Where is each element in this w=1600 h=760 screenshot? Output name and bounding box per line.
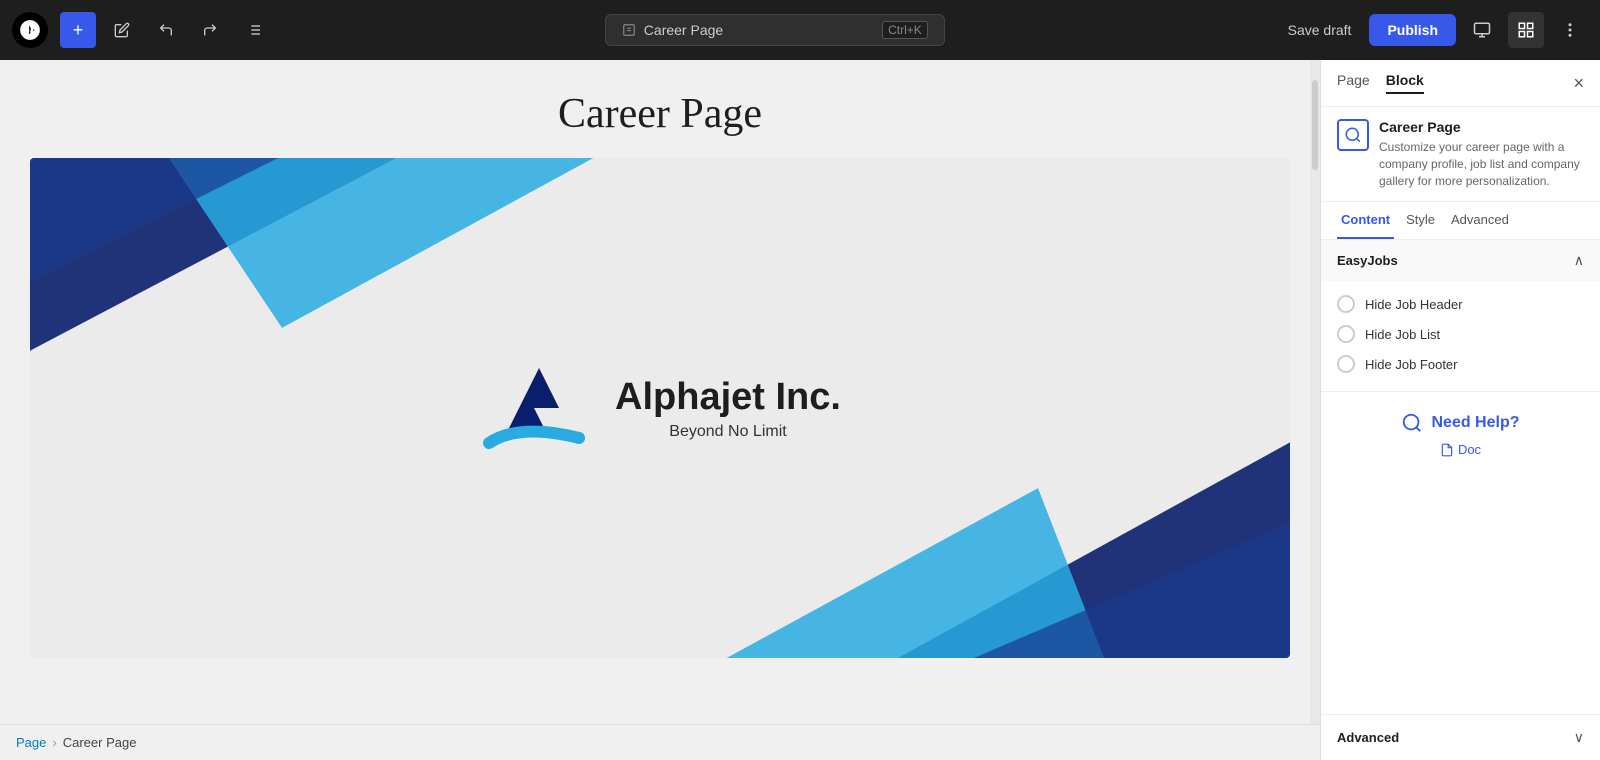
doc-label: Doc: [1458, 442, 1481, 457]
company-logo-svg: [479, 353, 599, 463]
toolbar-search-area: Career Page Ctrl+K: [280, 14, 1270, 46]
search-shortcut: Ctrl+K: [882, 21, 928, 39]
toolbar-right: Save draft Publish: [1278, 12, 1588, 48]
panel-close-button[interactable]: ×: [1573, 74, 1584, 92]
publish-button[interactable]: Publish: [1369, 14, 1456, 46]
canvas-area: Career Page: [0, 60, 1320, 760]
need-help-section: Need Help? Doc: [1321, 391, 1600, 477]
toggle-hide-job-header[interactable]: [1337, 295, 1355, 313]
search-pill[interactable]: Career Page Ctrl+K: [605, 14, 945, 46]
block-name: Career Page: [1379, 119, 1584, 135]
list-view-button[interactable]: [236, 12, 272, 48]
page-title: Career Page: [40, 90, 1280, 138]
company-text: Alphajet Inc. Beyond No Limit: [615, 376, 841, 441]
need-help-title: Need Help?: [1431, 414, 1519, 432]
career-block[interactable]: Alphajet Inc. Beyond No Limit: [30, 158, 1290, 658]
scrollbar[interactable]: [1310, 60, 1320, 724]
add-block-button[interactable]: +: [60, 12, 96, 48]
panel-header: Page Block ×: [1321, 60, 1600, 107]
tab-block[interactable]: Block: [1386, 72, 1424, 94]
block-description: Customize your career page with a compan…: [1379, 139, 1584, 189]
view-button[interactable]: [1464, 12, 1500, 48]
toggle-hide-job-footer-label: Hide Job Footer: [1365, 357, 1458, 372]
save-draft-button[interactable]: Save draft: [1278, 16, 1362, 44]
panel-tabs: Page Block: [1337, 72, 1424, 94]
block-info-text: Career Page Customize your career page w…: [1379, 119, 1584, 189]
breadcrumb: Page › Career Page: [0, 724, 1320, 760]
more-options-button[interactable]: [1552, 12, 1588, 48]
easyjobs-section-header[interactable]: EasyJobs ∧: [1321, 240, 1600, 281]
breadcrumb-separator: ›: [52, 735, 56, 750]
document-icon: [622, 23, 636, 37]
advanced-chevron: ∨: [1574, 729, 1584, 746]
tab-content[interactable]: Content: [1337, 202, 1394, 239]
block-info: Career Page Customize your career page w…: [1321, 107, 1600, 202]
need-help-row: Need Help?: [1337, 412, 1584, 434]
breadcrumb-page[interactable]: Page: [16, 735, 46, 750]
tab-style[interactable]: Style: [1402, 202, 1439, 239]
need-help-icon: [1401, 412, 1423, 434]
content-tabs: Content Style Advanced: [1321, 202, 1600, 240]
main-toolbar: +: [0, 0, 1600, 60]
undo-button[interactable]: [148, 12, 184, 48]
edit-button[interactable]: [104, 12, 140, 48]
advanced-section: Advanced ∨: [1321, 714, 1600, 760]
tab-page[interactable]: Page: [1337, 72, 1370, 94]
block-type-icon: [1344, 126, 1362, 144]
toggle-hide-job-list[interactable]: [1337, 325, 1355, 343]
company-tagline: Beyond No Limit: [615, 423, 841, 441]
scrollbar-thumb[interactable]: [1312, 80, 1318, 170]
tab-advanced[interactable]: Advanced: [1447, 202, 1513, 239]
toggle-row-footer: Hide Job Footer: [1337, 349, 1584, 379]
advanced-label: Advanced: [1337, 730, 1399, 745]
company-logo-area: Alphajet Inc. Beyond No Limit: [479, 353, 841, 463]
wordpress-logo[interactable]: [12, 12, 48, 48]
toggle-hide-job-list-label: Hide Job List: [1365, 327, 1440, 342]
right-panel: Page Block × Career Page Customize your …: [1320, 60, 1600, 760]
block-icon: [1337, 119, 1369, 151]
company-name: Alphajet Inc.: [615, 376, 841, 419]
easyjobs-section-content: Hide Job Header Hide Job List Hide Job F…: [1321, 281, 1600, 391]
easyjobs-label: EasyJobs: [1337, 253, 1398, 268]
toggle-hide-job-footer[interactable]: [1337, 355, 1355, 373]
easyjobs-chevron: ∧: [1574, 252, 1584, 269]
toggle-row-list: Hide Job List: [1337, 319, 1584, 349]
doc-link[interactable]: Doc: [1337, 442, 1584, 457]
redo-button[interactable]: [192, 12, 228, 48]
doc-icon: [1440, 443, 1454, 457]
toggle-hide-job-header-label: Hide Job Header: [1365, 297, 1463, 312]
breadcrumb-current: Career Page: [63, 735, 137, 750]
settings-button[interactable]: [1508, 12, 1544, 48]
search-text: Career Page: [644, 22, 723, 38]
canvas-inner: Career Page: [0, 60, 1320, 760]
advanced-header[interactable]: Advanced ∨: [1321, 715, 1600, 760]
toggle-row-header: Hide Job Header: [1337, 289, 1584, 319]
main-area: Career Page: [0, 60, 1600, 760]
company-branding: Alphajet Inc. Beyond No Limit: [479, 353, 841, 463]
